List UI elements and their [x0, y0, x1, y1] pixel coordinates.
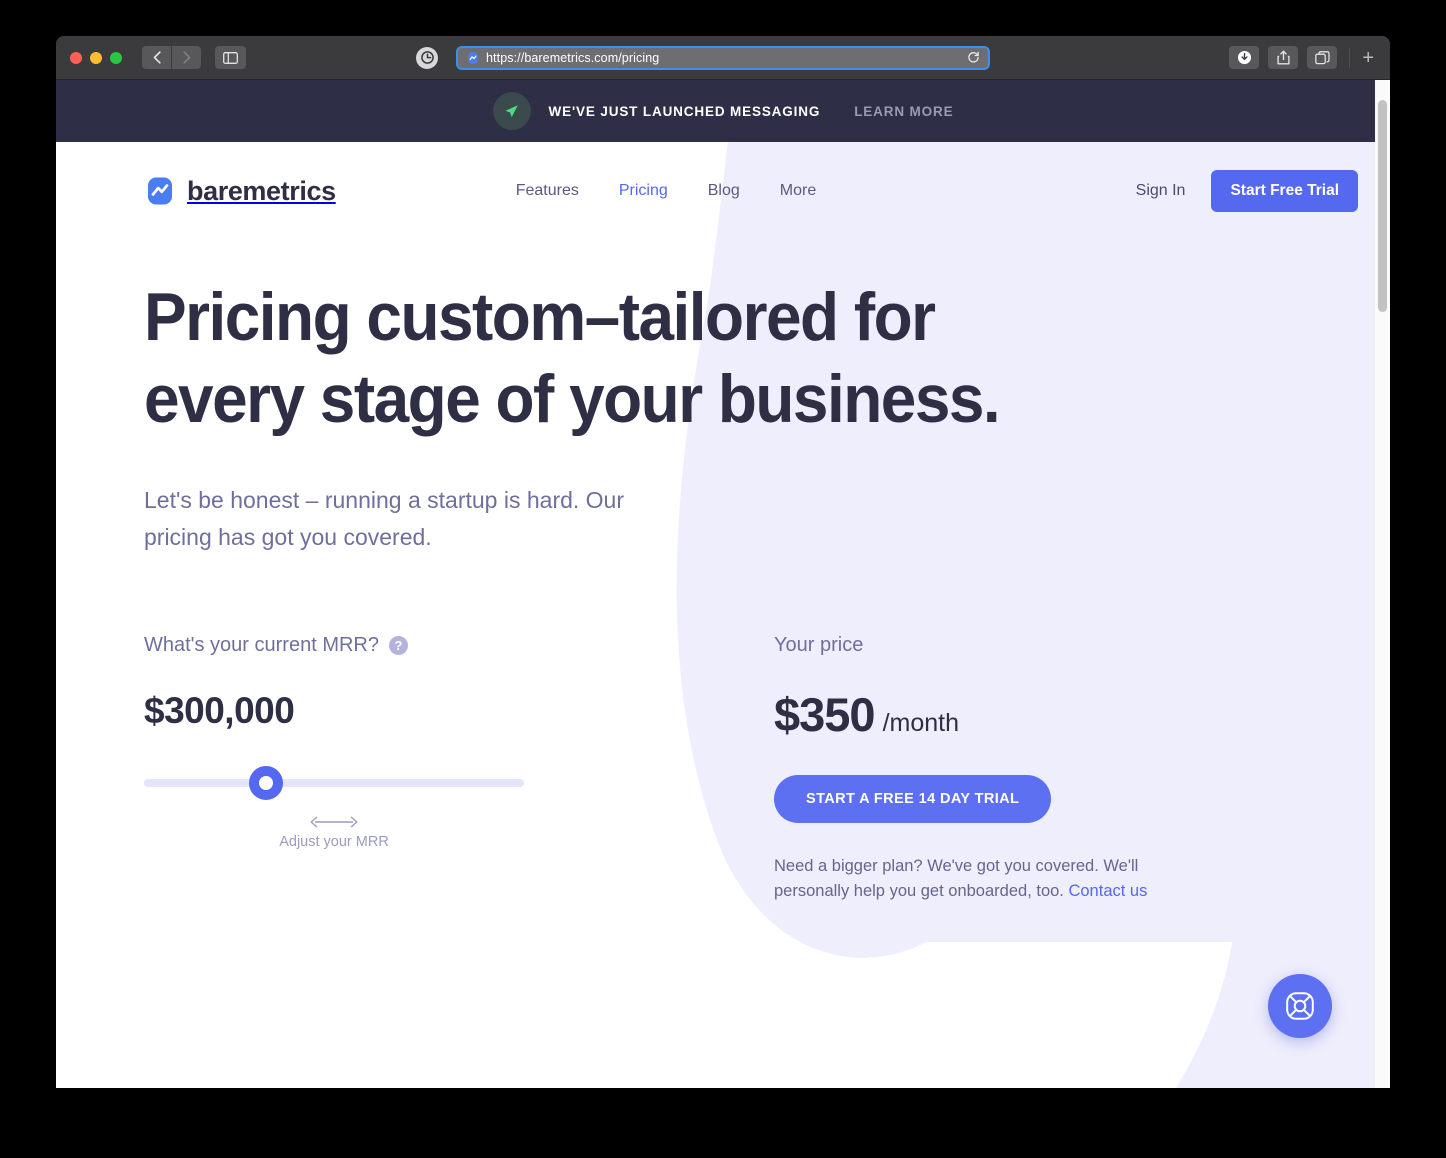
page-scrollbar-thumb[interactable]	[1378, 100, 1387, 312]
slider-hint-label: Adjust your MRR	[279, 834, 389, 850]
mrr-value: $300,000	[144, 690, 295, 731]
paper-plane-icon	[505, 104, 518, 117]
price-amount: $350	[774, 688, 876, 741]
downloads-button[interactable]	[1229, 46, 1260, 69]
address-bar-url: https://baremetrics.com/pricing	[486, 50, 660, 65]
sign-in-link[interactable]: Sign In	[1136, 182, 1186, 200]
banner-icon-container	[492, 92, 531, 130]
share-button[interactable]	[1268, 46, 1299, 69]
baremetrics-favicon	[468, 51, 478, 64]
nav-item-more[interactable]: More	[780, 182, 816, 200]
banner-text: WE'VE JUST LAUNCHED MESSAGING	[548, 103, 821, 119]
header-actions: Sign In Start Free Trial	[1136, 170, 1358, 212]
start-free-trial-button[interactable]: Start Free Trial	[1211, 170, 1358, 212]
slider-hint: Adjust your MRR	[144, 814, 524, 850]
price-label: Your price	[774, 634, 864, 656]
brand-logo-link[interactable]: baremetrics	[144, 175, 336, 207]
downloads-icon	[1237, 50, 1251, 65]
left-right-arrow-icon	[310, 816, 358, 828]
page-viewport: WE'VE JUST LAUNCHED MESSAGING LEARN MORE…	[56, 80, 1390, 1088]
bigger-plan-note: Need a bigger plan? We've got you covere…	[774, 854, 1149, 904]
address-bar[interactable]: https://baremetrics.com/pricing	[456, 45, 990, 70]
nav-buttons-group	[142, 46, 201, 69]
mrr-label-text: What's your current MRR?	[144, 634, 379, 656]
browser-toolbar: https://baremetrics.com/pricing +	[56, 36, 1390, 80]
page-scrollbar[interactable]	[1375, 80, 1390, 1088]
support-chat-button[interactable]	[1268, 974, 1332, 1038]
close-window-button[interactable]	[70, 51, 82, 64]
start-free-trial-cta-button[interactable]: START A FREE 14 DAY TRIAL	[774, 775, 1052, 823]
chevron-left-icon	[153, 51, 161, 64]
banner-learn-more-link[interactable]: LEARN MORE	[854, 104, 953, 119]
pricing-calculator: What's your current MRR? ? $300,000 Adju…	[56, 634, 1390, 904]
hero-section: Pricing custom–tailored for every stage …	[56, 240, 1390, 556]
mrr-slider-track[interactable]	[144, 779, 524, 787]
chevron-right-icon	[182, 51, 190, 64]
reload-icon[interactable]	[967, 51, 980, 64]
mrr-column: What's your current MRR? ? $300,000 Adju…	[144, 634, 774, 904]
brand-name: baremetrics	[187, 175, 336, 206]
toolbar-right-actions: +	[1229, 46, 1374, 69]
price-period: /month	[882, 709, 959, 737]
question-mark-icon[interactable]: ?	[389, 636, 408, 655]
nav-item-pricing[interactable]: Pricing	[619, 182, 668, 200]
forward-button[interactable]	[172, 46, 201, 69]
browser-window: https://baremetrics.com/pricing + WE'VE …	[56, 36, 1390, 1088]
mrr-slider-thumb[interactable]	[249, 766, 283, 800]
price-column: Your price $350 /month START A FREE 14 D…	[774, 634, 1244, 904]
tab-overview-icon	[1314, 50, 1330, 64]
nav-item-features[interactable]: Features	[516, 182, 579, 200]
sidebar-toggle-icon	[223, 51, 238, 64]
announcement-banner: WE'VE JUST LAUNCHED MESSAGING LEARN MORE	[56, 80, 1390, 142]
back-button[interactable]	[142, 46, 171, 69]
minimize-window-button[interactable]	[90, 51, 102, 64]
life-ring-icon	[1286, 992, 1314, 1020]
nav-item-blog[interactable]: Blog	[708, 182, 740, 200]
main-nav: Features Pricing Blog More	[516, 182, 817, 200]
reader-privacy-icon	[420, 51, 434, 64]
mrr-question-label: What's your current MRR? ?	[144, 634, 774, 657]
price-row: $350 /month	[774, 687, 1244, 742]
baremetrics-logo-icon	[148, 177, 172, 205]
window-traffic-lights	[70, 51, 122, 64]
new-tab-button[interactable]: +	[1349, 47, 1374, 68]
mrr-slider[interactable]	[144, 766, 524, 800]
share-icon	[1277, 50, 1290, 65]
sidebar-toggle-button[interactable]	[215, 46, 246, 69]
tab-overview-button[interactable]	[1307, 46, 1338, 69]
page-title: Pricing custom–tailored for every stage …	[144, 279, 1001, 437]
contact-us-link[interactable]: Contact us	[1068, 882, 1147, 900]
hero-subtitle: Let's be honest – running a startup is h…	[144, 487, 625, 550]
site-header: baremetrics Features Pricing Blog More S…	[56, 142, 1390, 240]
privacy-report-button[interactable]	[416, 46, 438, 69]
maximize-window-button[interactable]	[110, 51, 122, 64]
